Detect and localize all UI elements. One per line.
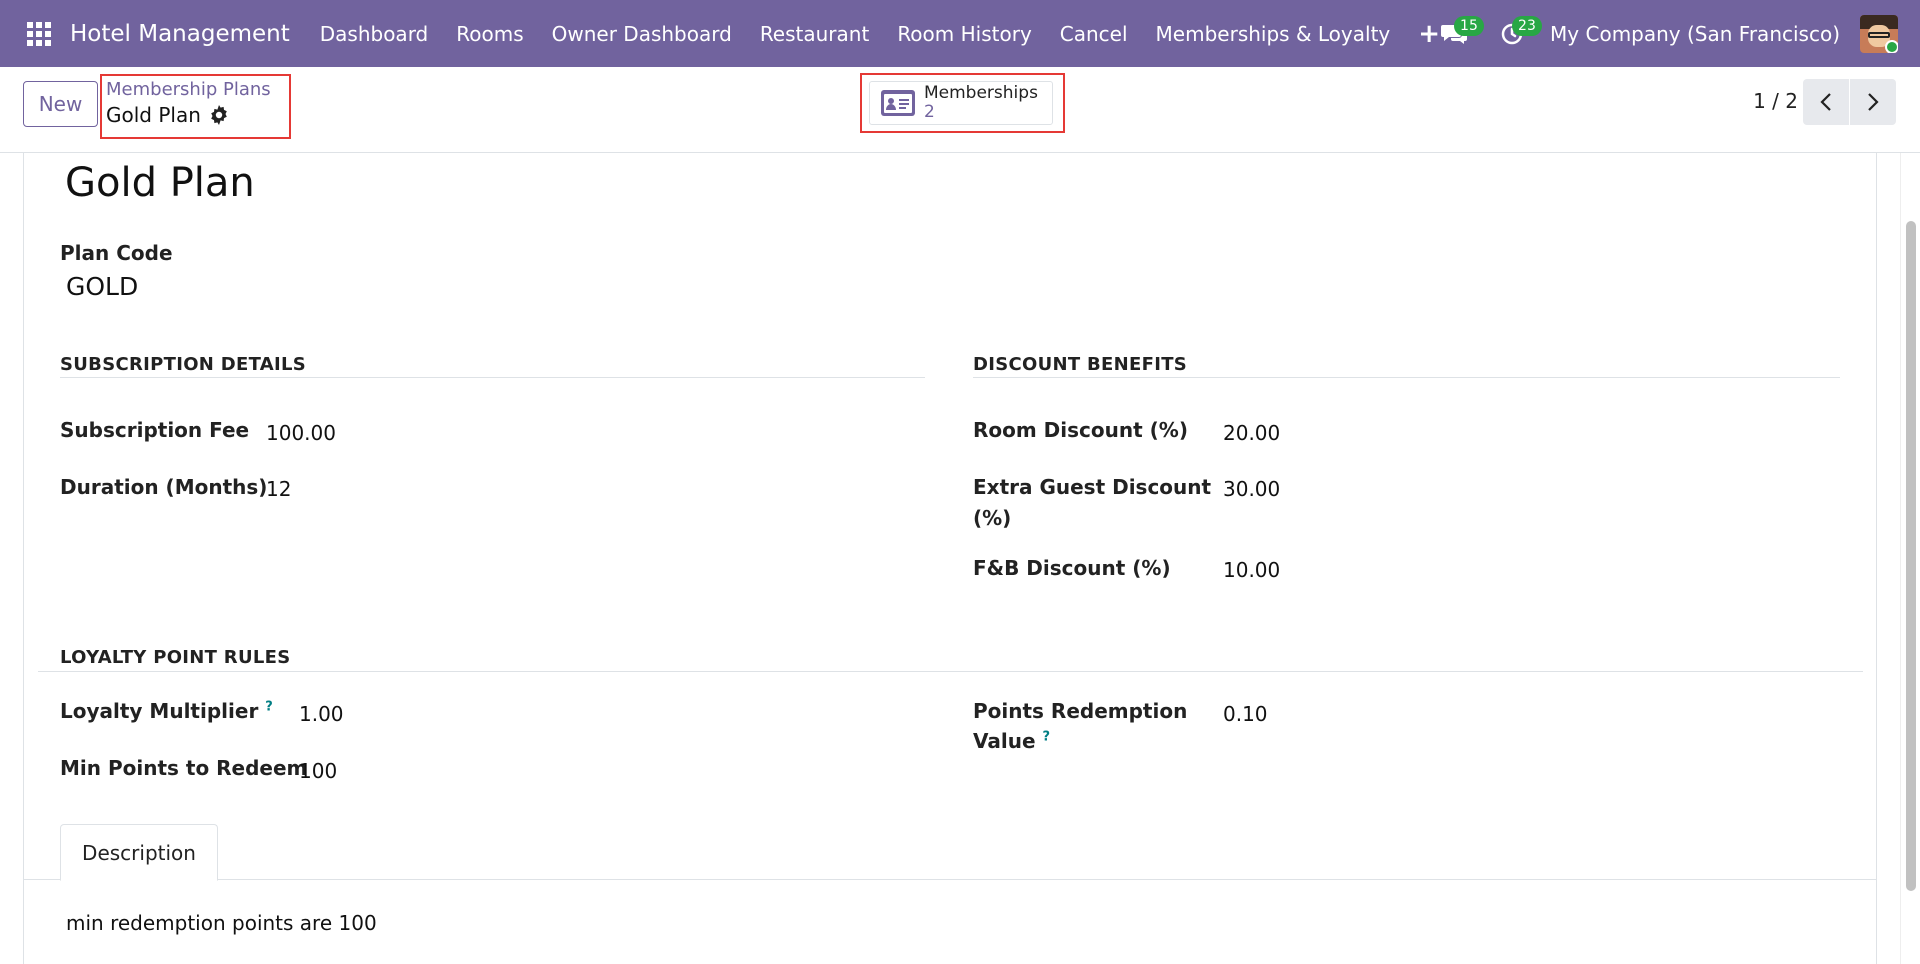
main-menu: Dashboard Rooms Owner Dashboard Restaura… bbox=[306, 19, 1454, 49]
menu-item-owner-dashboard[interactable]: Owner Dashboard bbox=[538, 22, 746, 46]
points-redemption-label-text: Value bbox=[973, 729, 1036, 753]
messages-button[interactable]: 15 bbox=[1434, 14, 1484, 54]
app-menu-icon[interactable] bbox=[20, 15, 58, 53]
id-card-icon bbox=[881, 90, 915, 116]
section-divider bbox=[973, 377, 1840, 378]
notebook-divider bbox=[24, 879, 1876, 880]
messages-count-badge: 15 bbox=[1454, 15, 1484, 36]
plan-code-label: Plan Code bbox=[60, 241, 173, 265]
extra-guest-discount-field[interactable]: 30.00 bbox=[1223, 477, 1280, 501]
menu-item-room-history[interactable]: Room History bbox=[883, 22, 1045, 46]
menu-item-restaurant[interactable]: Restaurant bbox=[746, 22, 884, 46]
breadcrumb: Membership Plans Gold Plan bbox=[100, 74, 291, 139]
plan-code-field[interactable]: GOLD bbox=[66, 272, 138, 301]
user-avatar[interactable] bbox=[1860, 14, 1898, 53]
pager-previous-button[interactable] bbox=[1803, 79, 1849, 125]
room-discount-field[interactable]: 20.00 bbox=[1223, 421, 1280, 445]
smart-button-highlight: Memberships 2 bbox=[860, 73, 1065, 133]
help-icon[interactable]: ? bbox=[1043, 729, 1051, 744]
discount-benefits-heading: DISCOUNT BENEFITS bbox=[973, 354, 1188, 375]
control-panel: New Membership Plans Gold Plan Membershi… bbox=[0, 67, 1920, 153]
section-divider bbox=[38, 671, 1863, 672]
scrollbar[interactable] bbox=[1900, 153, 1920, 964]
gear-icon[interactable] bbox=[209, 105, 229, 125]
systray: 15 23 My Company (San Francisco) bbox=[1434, 0, 1920, 67]
breadcrumb-parent-link[interactable]: Membership Plans bbox=[106, 79, 271, 100]
pager-value[interactable]: 1 / 2 bbox=[1753, 89, 1798, 113]
menu-item-cancel[interactable]: Cancel bbox=[1046, 22, 1142, 46]
scrollbar-thumb[interactable] bbox=[1906, 221, 1916, 891]
company-switcher[interactable]: My Company (San Francisco) bbox=[1550, 22, 1840, 46]
form-sheet bbox=[23, 153, 1877, 964]
extra-guest-discount-label: Extra Guest Discount bbox=[973, 475, 1212, 499]
loyalty-point-rules-heading: LOYALTY POINT RULES bbox=[60, 647, 291, 668]
min-points-label: Min Points to Redeem bbox=[60, 756, 308, 780]
loyalty-multiplier-label-text: Loyalty Multiplier bbox=[60, 699, 259, 723]
loyalty-multiplier-label: Loyalty Multiplier ? bbox=[60, 699, 273, 723]
room-discount-label: Room Discount (%) bbox=[973, 418, 1188, 442]
tab-description[interactable]: Description bbox=[60, 824, 218, 881]
fnb-discount-label: F&B Discount (%) bbox=[973, 556, 1171, 580]
points-redemption-label-line2: Value ? bbox=[973, 729, 1050, 753]
app-name[interactable]: Hotel Management bbox=[70, 21, 290, 47]
record-title[interactable]: Gold Plan bbox=[65, 160, 255, 206]
menu-item-dashboard[interactable]: Dashboard bbox=[306, 22, 443, 46]
menu-item-rooms[interactable]: Rooms bbox=[442, 22, 537, 46]
points-redemption-field[interactable]: 0.10 bbox=[1223, 702, 1268, 726]
duration-label: Duration (Months) bbox=[60, 475, 268, 499]
points-redemption-label: Points Redemption bbox=[973, 699, 1188, 723]
menu-item-memberships-loyalty[interactable]: Memberships & Loyalty bbox=[1142, 22, 1405, 46]
description-field[interactable]: min redemption points are 100 bbox=[66, 911, 377, 935]
chevron-left-icon bbox=[1820, 93, 1831, 111]
chevron-right-icon bbox=[1868, 93, 1879, 111]
min-points-field[interactable]: 100 bbox=[299, 759, 337, 783]
activities-button[interactable]: 23 bbox=[1492, 14, 1542, 54]
subscription-details-heading: SUBSCRIPTION DETAILS bbox=[60, 354, 307, 375]
duration-field[interactable]: 12 bbox=[266, 477, 291, 501]
smart-button-label: Memberships bbox=[924, 83, 1038, 103]
online-status-icon bbox=[1885, 39, 1898, 53]
help-icon[interactable]: ? bbox=[265, 699, 273, 714]
section-divider bbox=[60, 377, 925, 378]
loyalty-multiplier-field[interactable]: 1.00 bbox=[299, 702, 344, 726]
activities-count-badge: 23 bbox=[1512, 15, 1542, 36]
subscription-fee-field[interactable]: 100.00 bbox=[266, 421, 336, 445]
extra-guest-discount-label-line2: (%) bbox=[973, 506, 1012, 530]
top-navbar: Hotel Management Dashboard Rooms Owner D… bbox=[0, 0, 1920, 67]
smart-button-count: 2 bbox=[924, 102, 935, 122]
breadcrumb-current: Gold Plan bbox=[106, 103, 229, 127]
pager-next-button[interactable] bbox=[1850, 79, 1896, 125]
breadcrumb-current-label: Gold Plan bbox=[106, 103, 201, 127]
fnb-discount-field[interactable]: 10.00 bbox=[1223, 558, 1280, 582]
subscription-fee-label: Subscription Fee bbox=[60, 418, 250, 442]
memberships-smart-button[interactable]: Memberships 2 bbox=[869, 81, 1053, 125]
new-button[interactable]: New bbox=[23, 81, 98, 127]
